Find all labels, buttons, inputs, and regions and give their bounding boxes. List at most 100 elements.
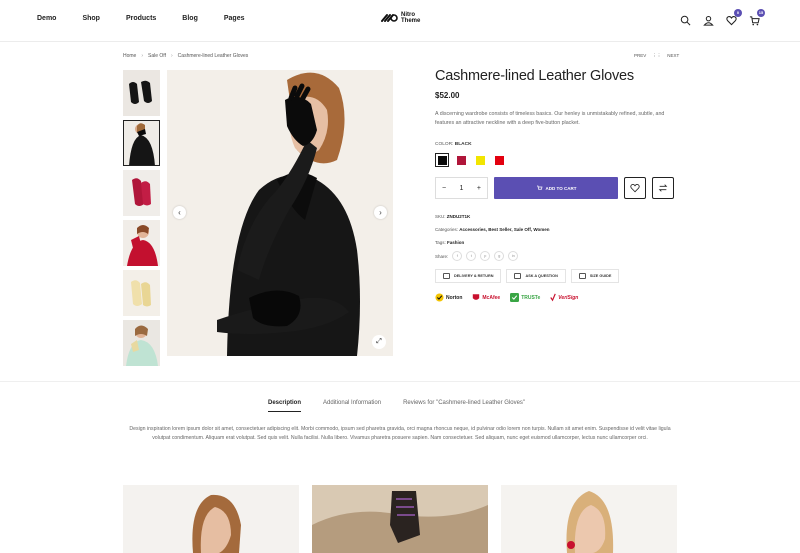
mcafee-label: McAfee: [482, 294, 501, 301]
trust-badges: Norton McAfee TRUSTe VeriSign: [435, 293, 680, 302]
swatch-red[interactable]: [492, 153, 506, 167]
related-product-image: [123, 485, 299, 553]
facebook-icon[interactable]: f: [452, 251, 463, 261]
box-icon: [443, 273, 450, 279]
thumbnail-gallery: [123, 70, 160, 370]
swatch-fill: [475, 155, 485, 165]
product-tabs: Description Additional Information Revie…: [268, 400, 547, 412]
breadcrumb-current: Cashmere-lined Leather Gloves: [177, 53, 249, 59]
quantity-value[interactable]: 1: [460, 185, 464, 192]
decrease-qty-button[interactable]: −: [442, 185, 446, 192]
ask-question-label: ASK A QUESTION: [525, 274, 558, 278]
google-icon[interactable]: g: [494, 251, 505, 261]
product-summary: Cashmere-lined Leather Gloves $52.00 A d…: [435, 68, 680, 302]
truste-icon: [510, 293, 520, 302]
add-to-cart-button[interactable]: ADD TO CART: [494, 177, 618, 199]
expand-icon[interactable]: ⤢: [372, 335, 386, 349]
breadcrumb-separator: ›: [141, 53, 144, 59]
tab-additional-information[interactable]: Additional Information: [323, 400, 381, 412]
site-logo[interactable]: Nitro Theme: [380, 12, 420, 24]
logo-text: Nitro Theme: [401, 12, 421, 24]
color-swatches: [435, 153, 680, 167]
nav-item-blog[interactable]: Blog: [182, 15, 198, 22]
thumbnail-4[interactable]: [123, 220, 160, 266]
product-title: Cashmere-lined Leather Gloves: [435, 68, 634, 84]
size-guide-label: SIZE GUIDE: [589, 274, 612, 278]
cart-count-badge: 15: [757, 9, 765, 17]
product-price: $52.00: [435, 91, 460, 100]
nav-item-shop[interactable]: Shop: [82, 15, 100, 22]
site-header: Demo Shop Products Blog Pages Nitro Them…: [0, 0, 800, 42]
thumbnail-5[interactable]: [123, 270, 160, 316]
next-image-button[interactable]: ›: [374, 206, 387, 219]
cart-icon: [536, 185, 542, 190]
cart-icon[interactable]: 15: [749, 9, 765, 26]
increase-qty-button[interactable]: +: [477, 185, 481, 192]
related-product-card[interactable]: [312, 485, 488, 553]
related-product-image: [501, 485, 677, 553]
swatch-fill: [456, 155, 466, 165]
pinterest-icon[interactable]: p: [480, 251, 491, 261]
nav-item-products[interactable]: Products: [126, 15, 156, 22]
tab-description[interactable]: Description: [268, 400, 302, 412]
breadcrumb-sale-off[interactable]: Sale Off: [148, 53, 166, 59]
breadcrumb-home[interactable]: Home: [123, 53, 136, 59]
size-guide-button[interactable]: SIZE GUIDE: [570, 269, 620, 283]
nav-item-demo[interactable]: Demo: [37, 15, 56, 22]
quantity-stepper[interactable]: − 1 +: [435, 177, 488, 199]
add-to-cart-label: ADD TO CART: [545, 185, 577, 191]
purchase-row: − 1 + ADD TO CART: [435, 177, 680, 199]
main-nav: Demo Shop Products Blog Pages: [37, 15, 270, 22]
search-icon[interactable]: [680, 13, 691, 26]
section-divider: [0, 381, 800, 382]
add-to-wishlist-button[interactable]: [624, 177, 646, 199]
swatch-black[interactable]: [435, 153, 449, 167]
categories-row: Categories: Accessories, Best Seller, Sa…: [435, 223, 680, 236]
prev-product-link[interactable]: PREV: [634, 53, 646, 59]
ask-question-button[interactable]: ASK A QUESTION: [506, 269, 566, 283]
mcafee-shield-icon: [473, 294, 480, 300]
tab-description-content: Design inspiration lorem ipsum dolor sit…: [129, 426, 671, 441]
sku-value: ZNDU2T1K: [446, 214, 471, 219]
compare-button[interactable]: [652, 177, 674, 199]
swatch-yellow[interactable]: [473, 153, 487, 167]
product-meta: SKU: ZNDU2T1K Categories: Accessories, B…: [435, 210, 680, 249]
main-product-image[interactable]: ‹ › ⤢: [167, 70, 393, 356]
categories-links[interactable]: Accessories, Best Seller, Sale Off, Wome…: [459, 227, 549, 232]
tab-reviews[interactable]: Reviews for "Cashmere-lined Leather Glov…: [403, 400, 525, 412]
prev-image-button[interactable]: ‹: [173, 206, 186, 219]
account-icon[interactable]: [703, 13, 714, 26]
thumbnail-3[interactable]: [123, 170, 160, 216]
related-products: [123, 485, 677, 553]
sku-label: SKU:: [435, 214, 446, 219]
nav-item-pages[interactable]: Pages: [224, 15, 245, 22]
color-key: COLOR:: [435, 142, 454, 147]
swatch-fill: [494, 155, 504, 165]
breadcrumb-separator: ›: [171, 53, 173, 59]
product-pager: PREV ⋮⋮ NEXT: [634, 53, 679, 59]
grid-icon[interactable]: ⋮⋮: [652, 53, 661, 59]
mail-icon: [514, 273, 522, 279]
wishlist-icon[interactable]: 0: [726, 9, 742, 26]
tags-label: Tags:: [435, 240, 446, 245]
product-short-description: A discerning wardrobe consists of timele…: [435, 111, 665, 126]
thumbnail-2[interactable]: [123, 120, 160, 166]
swatch-crimson[interactable]: [454, 153, 468, 167]
share-row: Share: f t p g in: [435, 251, 680, 261]
thumbnail-6[interactable]: [123, 320, 160, 366]
twitter-icon[interactable]: t: [466, 251, 477, 261]
thumbnail-1[interactable]: [123, 70, 160, 116]
verisign-check-icon: [550, 293, 557, 302]
verisign-badge: VeriSign: [550, 293, 578, 302]
delivery-return-button[interactable]: DELIVERY & RETURN: [435, 269, 502, 283]
norton-badge: Norton: [435, 293, 462, 302]
heart-icon: [630, 184, 640, 193]
compare-icon: [658, 184, 668, 192]
related-product-card[interactable]: [501, 485, 677, 553]
related-product-card[interactable]: [123, 485, 299, 553]
categories-label: Categories:: [435, 227, 459, 232]
next-product-link[interactable]: NEXT: [667, 53, 679, 59]
linkedin-icon[interactable]: in: [508, 251, 519, 261]
extra-actions: DELIVERY & RETURN ASK A QUESTION SIZE GU…: [435, 269, 680, 283]
tag-link[interactable]: Fashion: [447, 240, 464, 245]
